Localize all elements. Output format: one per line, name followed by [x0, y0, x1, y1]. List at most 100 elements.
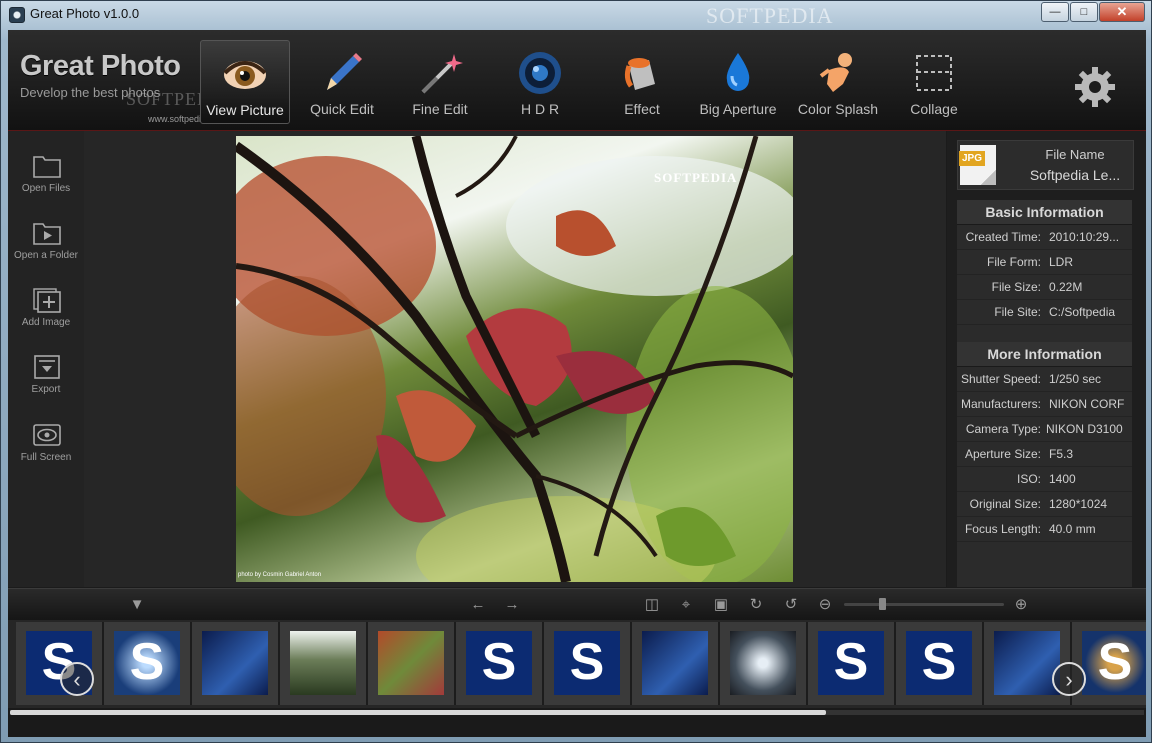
app-window: Great Photo v1.0.0 SOFTPEDIA — □ ✕ Great…	[0, 0, 1152, 743]
eye-icon	[223, 61, 267, 89]
thumbnail[interactable]	[192, 622, 280, 705]
info-value: C:/Softpedia	[1049, 305, 1116, 319]
info-row: Camera Type: NIKON D3100	[957, 417, 1132, 442]
thumbnail[interactable]: S	[16, 622, 104, 705]
rotate-left-icon[interactable]: ↺	[782, 596, 800, 614]
scrollbar-track[interactable]	[10, 710, 1144, 715]
rotate-right-icon[interactable]: ↻	[747, 596, 765, 614]
folder-icon	[33, 156, 61, 178]
thumbnail-image: S	[818, 631, 884, 695]
thumbnail-image	[378, 631, 444, 695]
zoom-in-icon[interactable]: ⊕	[1012, 596, 1030, 614]
info-key: Shutter Speed:	[960, 372, 1041, 386]
jpg-file-icon: JPG	[959, 145, 996, 185]
tool-big-aperture[interactable]: Big Aperture	[694, 40, 782, 122]
scrollbar-thumb[interactable]	[10, 710, 827, 715]
file-name-label: File Name	[1045, 147, 1105, 162]
tool-label: View Picture	[206, 102, 284, 118]
arrow-left-icon[interactable]: ←	[469, 596, 487, 614]
thumbnail[interactable]: S	[1072, 622, 1146, 705]
zoom-out-icon[interactable]: ⊖	[816, 596, 834, 614]
thumbnail[interactable]: S	[544, 622, 632, 705]
tool-hdr[interactable]: H D R	[496, 40, 584, 122]
tool-quick-edit[interactable]: Quick Edit	[298, 40, 386, 122]
thumbnail[interactable]	[368, 622, 456, 705]
crop-icon[interactable]: ▣	[712, 596, 730, 614]
close-button[interactable]: ✕	[1099, 2, 1145, 22]
thumbnail[interactable]	[280, 622, 368, 705]
info-row: Created Time: 2010:10:29...	[957, 225, 1132, 250]
tool-collage[interactable]: Collage	[890, 40, 978, 122]
section-title: More Information	[957, 342, 1132, 367]
window-title: Great Photo v1.0.0	[30, 6, 140, 21]
info-row: Focus Length: 40.0 mm	[957, 517, 1132, 542]
info-key: File Site:	[994, 305, 1041, 319]
zoom-slider-thumb[interactable]	[879, 598, 887, 610]
play-folder-icon	[33, 223, 61, 245]
tool-fine-edit[interactable]: Fine Edit	[396, 40, 484, 122]
info-value: NIKON D3100	[1046, 422, 1123, 436]
thumbnail[interactable]: S	[104, 622, 192, 705]
pencil-icon	[327, 53, 362, 90]
thumbnail[interactable]	[632, 622, 720, 705]
brand-title: Great Photo	[20, 50, 181, 82]
info-row: ISO: 1400	[957, 467, 1132, 492]
thumbnail[interactable]: S	[808, 622, 896, 705]
thumbnail-image	[642, 631, 708, 695]
info-row: Original Size: 1280*1024	[957, 492, 1132, 517]
fit-center-icon[interactable]: ⌖	[677, 596, 695, 614]
minimize-button[interactable]: —	[1041, 2, 1069, 22]
thumbnail-image: S	[114, 631, 180, 695]
more-information-section: More Information Shutter Speed: 1/250 sec…	[957, 342, 1132, 587]
scroll-right-icon[interactable]: ›	[1052, 662, 1086, 696]
sidebar-label: Open Files	[21, 183, 71, 194]
scroll-left-icon[interactable]: ‹	[60, 662, 94, 696]
arrow-right-icon[interactable]: →	[503, 596, 521, 614]
gear-icon[interactable]	[1074, 66, 1116, 108]
export-icon	[34, 355, 60, 379]
full-screen-button[interactable]: Full Screen	[8, 414, 84, 474]
tool-color-splash[interactable]: Color Splash	[794, 40, 882, 122]
info-value: 0.22M	[1049, 280, 1083, 294]
open-files-button[interactable]: Open Files	[8, 145, 84, 205]
compare-icon[interactable]: ◫	[643, 596, 661, 614]
thumbnail-scrollbar[interactable]	[8, 708, 1146, 737]
main-photo[interactable]: SOFTPEDIA photo by Cosmin Gabriel Anton	[236, 136, 793, 582]
file-name-card: JPG File Name Softpedia Le...	[957, 140, 1134, 190]
thumbnail-image	[202, 631, 268, 695]
thumbnail[interactable]: S	[456, 622, 544, 705]
lens-icon	[519, 52, 561, 94]
tool-label: Fine Edit	[412, 101, 468, 117]
info-value: 1280*1024	[1049, 497, 1108, 511]
thumbnail[interactable]	[720, 622, 808, 705]
add-image-button[interactable]: Add Image	[8, 279, 84, 339]
photo-watermark: SOFTPEDIA	[654, 170, 738, 185]
eye-outline-icon	[33, 424, 61, 446]
tool-effect[interactable]: Effect	[598, 40, 686, 122]
export-button[interactable]: Export	[8, 346, 84, 406]
tool-view-picture[interactable]: View Picture	[200, 40, 290, 124]
info-row: Shutter Speed: 1/250 sec	[957, 367, 1132, 392]
zoom-slider[interactable]	[844, 598, 1004, 610]
maximize-button[interactable]: □	[1070, 2, 1098, 22]
info-value: 1/250 sec	[1049, 372, 1102, 386]
file-name-value: Softpedia Le...	[1029, 167, 1121, 183]
sidebar-label: Export	[31, 384, 61, 395]
thumbnail-image: S	[554, 631, 620, 695]
info-key: Focus Length:	[964, 522, 1041, 536]
info-key: ISO:	[1016, 472, 1041, 486]
magic-wand-icon	[421, 54, 463, 94]
thumbnail-image	[290, 631, 356, 695]
app-icon	[9, 7, 25, 23]
info-row: Aperture Size: F5.3	[957, 442, 1132, 467]
main-toolbar: Great Photo Develop the best photos SOFT…	[8, 30, 1146, 131]
thumbnail-image: S	[906, 631, 972, 695]
collapse-triangle-icon[interactable]: ▼	[128, 596, 146, 614]
thumbnail-image: S	[466, 631, 532, 695]
info-value: 2010:10:29...	[1049, 230, 1120, 244]
open-folder-button[interactable]: Open a Folder	[8, 212, 84, 272]
sidebar-label: Add Image	[21, 317, 71, 328]
thumbnail[interactable]: S	[896, 622, 984, 705]
info-value: NIKON CORF	[1049, 397, 1125, 411]
image-viewer: SOFTPEDIA photo by Cosmin Gabriel Anton	[84, 131, 946, 587]
